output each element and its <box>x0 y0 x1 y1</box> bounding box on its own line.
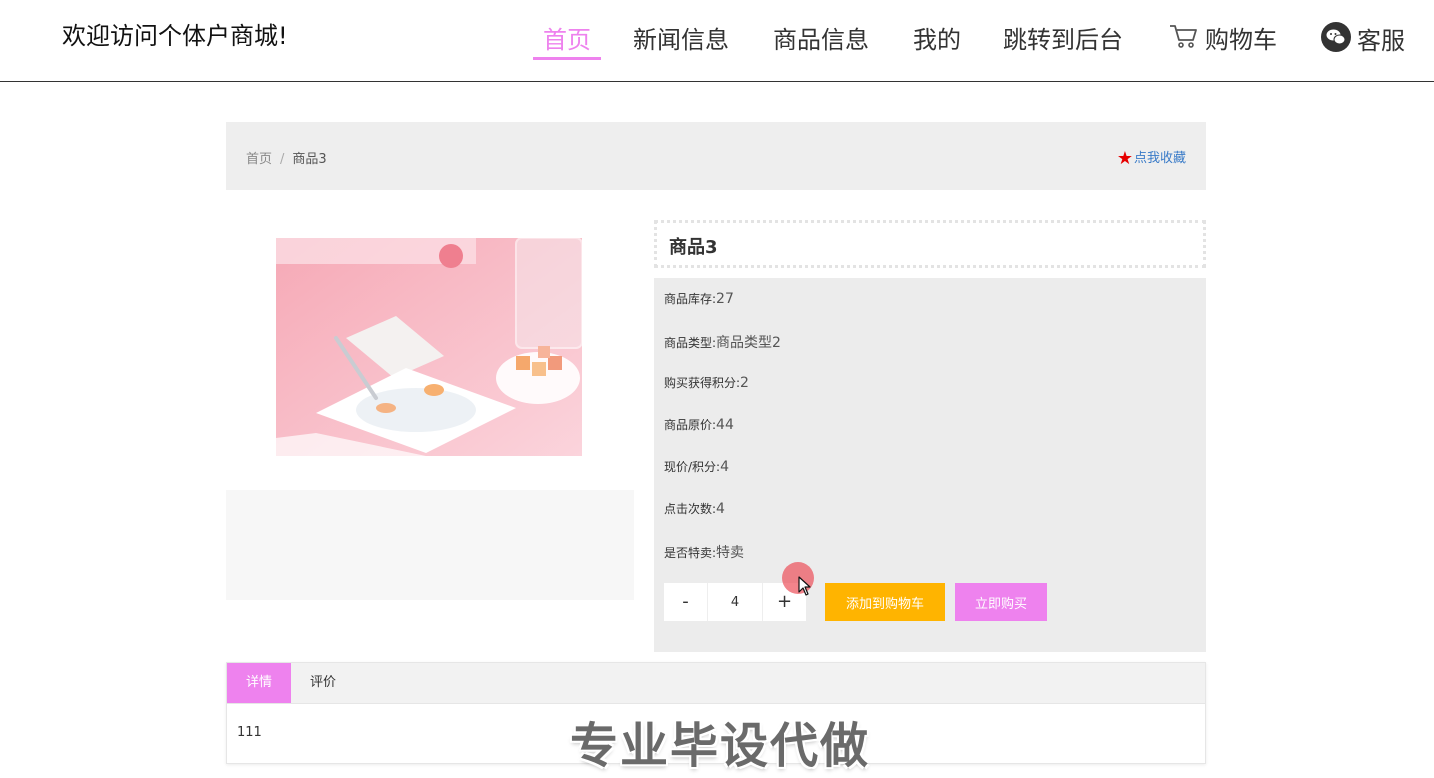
breadcrumb-home[interactable]: 首页 <box>246 152 272 167</box>
thumbnail-strip <box>226 490 634 600</box>
favorite-label: 点我收藏 <box>1133 151 1186 166</box>
product-title: 商品3 <box>669 237 718 258</box>
info-label: 商品类型: <box>664 336 717 350</box>
stock-row: 商品库存:27 <box>664 290 734 307</box>
nav-label: 商品信息 <box>773 26 869 54</box>
original-price-row: 商品原价:44 <box>664 416 734 433</box>
info-value: 2 <box>740 375 749 391</box>
info-label: 是否特卖: <box>664 546 717 560</box>
nav-label: 我的 <box>913 26 961 54</box>
nav-item-cart[interactable]: 购物车 <box>1169 22 1277 58</box>
top-header: 欢迎访问个体户商城! 首页 新闻信息 商品信息 我的 跳转到后台 购物车 客服 <box>0 0 1434 82</box>
tab-header: 详情 评价 <box>227 663 1205 704</box>
product-info-panel: 商品库存:27 商品类型:商品类型2 购买获得积分:2 商品原价:44 现价/积… <box>654 278 1206 652</box>
breadcrumb-separator: / <box>280 152 285 167</box>
buy-now-button[interactable]: 立即购买 <box>955 583 1047 621</box>
nav-item-mine[interactable]: 我的 <box>913 22 961 58</box>
product-photo <box>276 238 582 456</box>
special-sale-row: 是否特卖:特卖 <box>664 542 744 562</box>
breadcrumb-bar: 首页 / 商品3 ★点我收藏 <box>226 122 1206 190</box>
info-value: 4 <box>720 459 730 475</box>
quantity-stepper: - + <box>664 583 806 621</box>
info-label: 商品库存: <box>664 292 717 306</box>
nav-item-home[interactable]: 首页 <box>533 22 601 60</box>
cart-icon <box>1169 23 1199 59</box>
add-to-cart-button[interactable]: 添加到购物车 <box>825 583 945 621</box>
nav-item-products[interactable]: 商品信息 <box>773 22 869 58</box>
nav-label: 客服 <box>1357 27 1405 55</box>
nav-label: 首页 <box>543 26 591 54</box>
nav-item-news[interactable]: 新闻信息 <box>633 22 729 58</box>
click-count-row: 点击次数:4 <box>664 500 725 517</box>
tab-details[interactable]: 详情 <box>227 663 291 703</box>
product-title-box: 商品3 <box>654 220 1206 268</box>
info-value: 27 <box>716 291 734 307</box>
type-row: 商品类型:商品类型2 <box>664 332 781 352</box>
tab-content: 111 <box>237 725 262 740</box>
current-price-row: 现价/积分:4 <box>664 458 729 475</box>
decrease-quantity-button[interactable]: - <box>664 583 708 621</box>
info-value: 44 <box>716 417 734 433</box>
nav-item-admin[interactable]: 跳转到后台 <box>1003 22 1123 58</box>
points-row: 购买获得积分:2 <box>664 374 749 391</box>
info-value: 特卖 <box>716 545 745 561</box>
breadcrumb-current: 商品3 <box>292 152 327 167</box>
info-label: 现价/积分: <box>664 460 721 474</box>
mouse-pointer-icon <box>798 576 812 600</box>
nav-label: 新闻信息 <box>633 26 729 54</box>
info-label: 点击次数: <box>664 502 717 516</box>
info-label: 商品原价: <box>664 418 717 432</box>
star-icon: ★ <box>1116 148 1133 169</box>
favorite-link[interactable]: ★点我收藏 <box>1117 147 1186 169</box>
info-value: 商品类型2 <box>716 335 781 351</box>
breadcrumb: 首页 / 商品3 <box>246 148 327 167</box>
info-label: 购买获得积分: <box>664 376 741 390</box>
quantity-input[interactable] <box>708 583 762 621</box>
tab-reviews[interactable]: 评价 <box>291 663 355 703</box>
wechat-icon <box>1321 22 1351 62</box>
nav-label: 购物车 <box>1205 26 1277 54</box>
nav-label: 跳转到后台 <box>1003 26 1123 54</box>
site-title: 欢迎访问个体户商城! <box>62 22 288 50</box>
nav-item-service[interactable]: 客服 <box>1321 22 1405 58</box>
info-value: 4 <box>716 501 725 517</box>
watermark-text: 专业毕设代做 <box>570 718 871 774</box>
